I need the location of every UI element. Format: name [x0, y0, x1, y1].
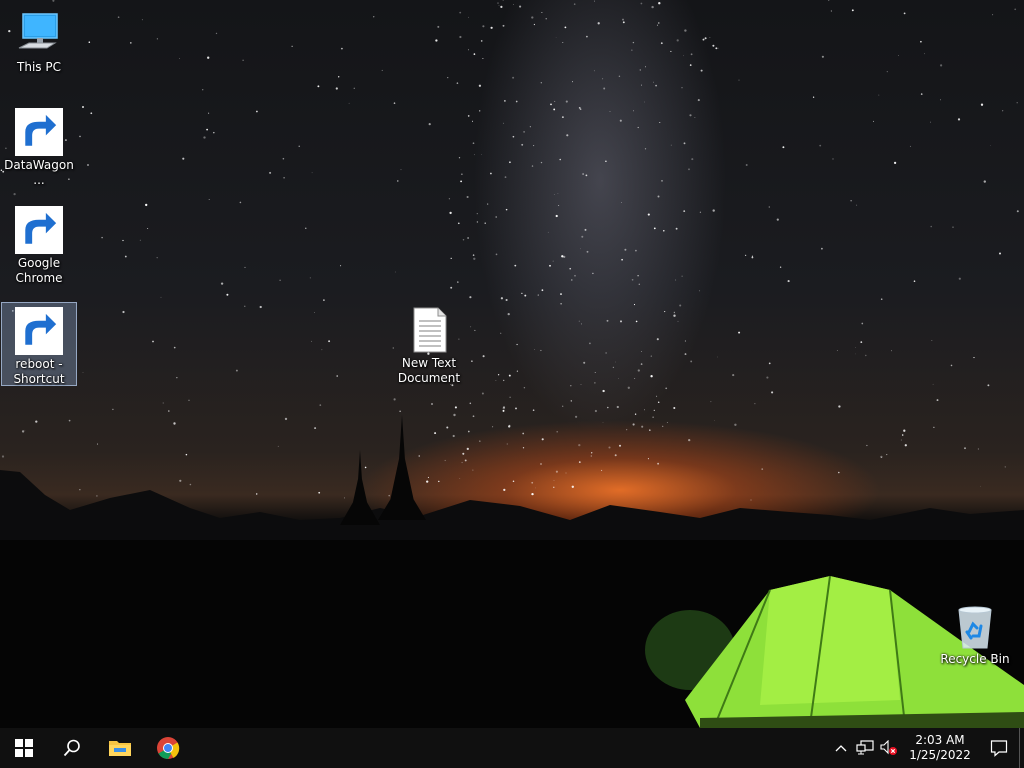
shortcut-arrow-icon	[15, 108, 63, 156]
desktop-icon-label: DataWagon...	[4, 158, 74, 187]
desktop-icon-label: reboot - Shortcut	[13, 357, 65, 386]
settings-shortcut-icon	[15, 307, 63, 355]
chrome-icon	[157, 737, 180, 759]
desktop-icon-label: Recycle Bin	[940, 652, 1010, 666]
chrome-taskbar-button[interactable]	[144, 728, 192, 768]
chrome-icon	[15, 206, 63, 254]
desktop-icon-this-pc[interactable]: This PC	[1, 6, 77, 76]
computer-icon	[15, 10, 63, 58]
search-icon	[63, 739, 80, 757]
landscape-wallpaper	[0, 415, 1024, 728]
network-tray-button[interactable]	[853, 728, 877, 768]
desktop-icon-datawagon[interactable]: DataWagon...	[1, 104, 77, 187]
start-button[interactable]	[0, 728, 48, 768]
taskbar-clock[interactable]: 2:03 AM 1/25/2022	[901, 728, 979, 768]
volume-tray-button[interactable]	[877, 728, 901, 768]
show-hidden-icons-button[interactable]	[829, 728, 853, 768]
text-file-icon	[405, 306, 453, 354]
desktop-icon-google-chrome[interactable]: Google Chrome	[1, 202, 77, 288]
desktop-icon-label: Google Chrome	[15, 256, 63, 285]
clock-time: 2:03 AM	[915, 733, 965, 747]
desktop-icon-label: New Text Document	[397, 356, 461, 385]
desktop-icon-reboot-shortcut[interactable]: reboot - Shortcut	[1, 302, 77, 386]
clock-date: 1/25/2022	[909, 748, 971, 762]
volume-muted-icon	[880, 740, 897, 755]
windows-logo-icon	[15, 739, 33, 757]
desktop[interactable]: This PC DataWagon... Google Chrome reboo…	[0, 0, 1024, 728]
folder-icon	[109, 741, 131, 756]
desktop-icon-label: This PC	[17, 60, 61, 74]
show-desktop-button[interactable]	[1019, 728, 1024, 768]
datawagon-app-icon	[15, 108, 63, 156]
shortcut-arrow-icon	[15, 206, 63, 254]
chevron-up-icon	[835, 745, 847, 752]
taskbar: 2:03 AM 1/25/2022	[0, 728, 1024, 768]
system-tray: 2:03 AM 1/25/2022	[829, 728, 1024, 768]
recycle-bin-icon	[951, 602, 999, 650]
action-center-button[interactable]	[979, 728, 1019, 768]
notification-icon	[990, 740, 1008, 757]
search-button[interactable]	[48, 728, 96, 768]
network-icon	[856, 740, 874, 755]
file-explorer-taskbar-button[interactable]	[96, 728, 144, 768]
desktop-icon-new-text-document[interactable]: New Text Document	[391, 302, 467, 388]
desktop-icon-recycle-bin[interactable]: Recycle Bin	[937, 598, 1013, 670]
shortcut-arrow-icon	[15, 307, 63, 355]
